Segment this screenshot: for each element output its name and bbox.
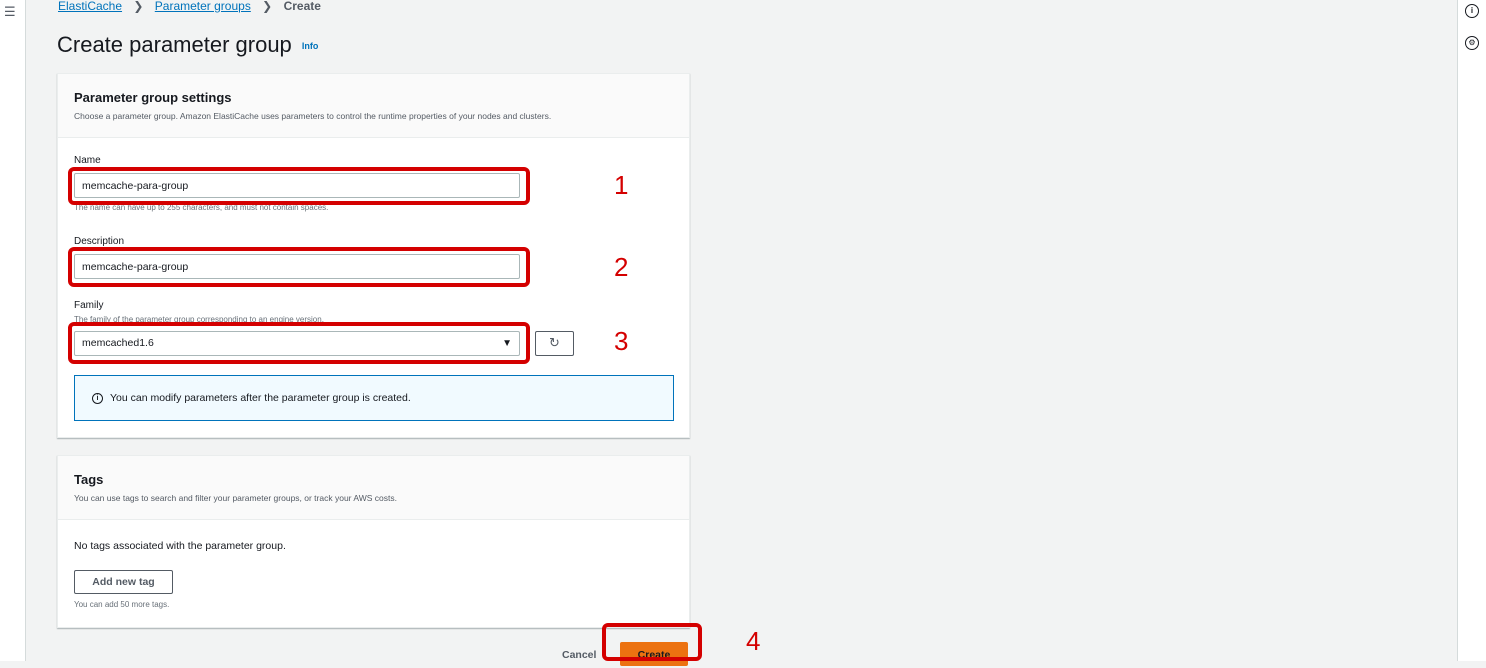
settings-gear-icon[interactable]: ⚙ (1465, 36, 1479, 50)
settings-panel-description: Choose a parameter group. Amazon ElastiC… (74, 111, 552, 121)
info-alert: i You can modify parameters after the par… (74, 375, 674, 421)
tags-panel-header: Tags You can use tags to search and filt… (58, 456, 689, 520)
name-hint: The name can have up to 255 characters, … (74, 203, 329, 212)
info-link[interactable]: Info (302, 41, 319, 51)
refresh-icon: ↻ (549, 335, 560, 350)
caret-down-icon: ▼ (502, 338, 512, 349)
tags-panel: Tags You can use tags to search and filt… (57, 455, 690, 628)
annotation-number-1: 1 (614, 170, 629, 200)
settings-panel-header: Parameter group settings Choose a parame… (58, 74, 689, 138)
page-title: Create parameter group Info (57, 32, 318, 58)
family-select[interactable]: memcached1.6 ▼ (74, 331, 520, 356)
name-input[interactable] (74, 173, 520, 198)
family-hint: The family of the parameter group corres… (74, 315, 324, 324)
chevron-right-icon: ❯ (133, 0, 144, 13)
add-new-tag-button[interactable]: Add new tag (74, 570, 173, 594)
hamburger-icon[interactable]: ☰ (4, 4, 16, 20)
name-label: Name (74, 155, 101, 166)
create-button[interactable]: Create (620, 642, 688, 666)
description-input[interactable] (74, 254, 520, 279)
family-label: Family (74, 300, 104, 311)
left-nav-rail: ☰ (0, 0, 26, 661)
breadcrumb-current: Create (283, 0, 321, 13)
family-select-value: memcached1.6 (82, 337, 154, 349)
annotation-number-2: 2 (614, 252, 629, 282)
chevron-right-icon: ❯ (262, 0, 273, 13)
breadcrumb-parameter-groups[interactable]: Parameter groups (155, 0, 251, 13)
page-title-text: Create parameter group (57, 32, 292, 57)
right-tools-rail: i ⚙ (1457, 0, 1486, 661)
tags-limit-hint: You can add 50 more tags. (74, 600, 170, 609)
tags-panel-title: Tags (74, 472, 104, 487)
info-icon: i (92, 392, 103, 404)
tags-panel-description: You can use tags to search and filter yo… (74, 493, 397, 503)
info-icon[interactable]: i (1465, 4, 1479, 18)
cancel-button[interactable]: Cancel (562, 649, 596, 661)
parameter-group-settings-panel: Parameter group settings Choose a parame… (57, 73, 690, 438)
breadcrumb-elasticache[interactable]: ElastiCache (58, 0, 122, 13)
annotation-number-4: 4 (746, 626, 761, 656)
description-label: Description (74, 236, 125, 247)
info-alert-text: You can modify parameters after the para… (110, 392, 411, 404)
annotation-number-3: 3 (614, 326, 629, 356)
refresh-button[interactable]: ↻ (535, 331, 574, 356)
breadcrumb: ElastiCache ❯ Parameter groups ❯ Create (58, 0, 321, 14)
settings-panel-title: Parameter group settings (74, 90, 232, 105)
no-tags-text: No tags associated with the parameter gr… (74, 540, 286, 552)
